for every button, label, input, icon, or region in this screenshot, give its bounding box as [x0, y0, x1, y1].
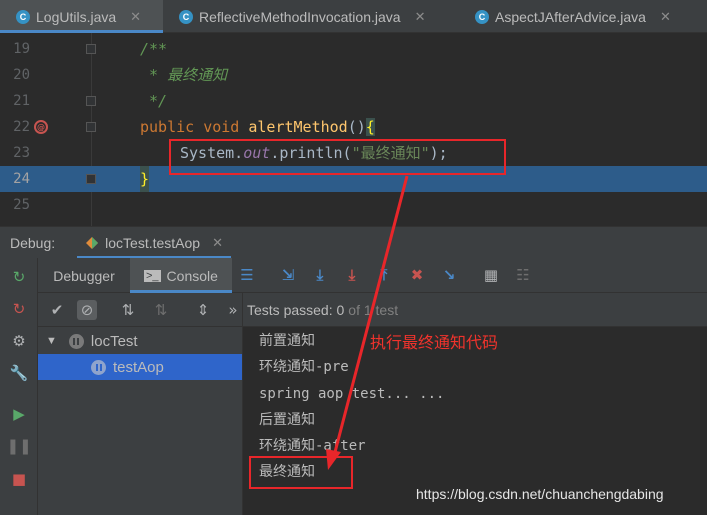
- line-number: 23: [13, 145, 30, 161]
- step-out-icon[interactable]: ⤒: [375, 266, 393, 284]
- close-icon[interactable]: ✕: [415, 9, 426, 25]
- tab-console[interactable]: >_ Console: [130, 258, 232, 293]
- more-actions-icon[interactable]: »: [223, 300, 243, 320]
- code-text: /**: [140, 40, 168, 58]
- fold-marker-icon[interactable]: [86, 96, 96, 106]
- console-line: spring aop test... ...: [259, 386, 445, 402]
- expand-all-icon[interactable]: ⇕: [193, 300, 213, 320]
- tab-reflective-method-invocation[interactable]: C ReflectiveMethodInvocation.java ✕: [163, 0, 459, 33]
- tab-debugger[interactable]: Debugger: [38, 258, 130, 293]
- tree-item-loctest[interactable]: ▼ locTest: [38, 328, 242, 354]
- evaluate-expression-icon[interactable]: ▦: [482, 266, 500, 284]
- settings-gear-icon[interactable]: ⚙: [9, 331, 29, 351]
- show-execution-point-icon[interactable]: ⇲: [279, 266, 297, 284]
- brace: {: [365, 118, 375, 136]
- close-icon[interactable]: ✕: [212, 235, 223, 251]
- test-paused-icon: [68, 333, 84, 349]
- run-to-cursor-icon[interactable]: ↘: [440, 266, 458, 284]
- line-number: 20: [13, 67, 30, 83]
- tree-item-label: locTest: [90, 332, 138, 350]
- tab-aspectj-after-advice[interactable]: C AspectJAfterAdvice.java ✕: [459, 0, 707, 33]
- tab-label: LogUtils.java: [36, 8, 117, 25]
- code-line: 22 @ public void alertMethod(){: [0, 114, 707, 140]
- code-text: public void alertMethod(){: [140, 114, 375, 140]
- console-line: 后置通知: [259, 412, 315, 428]
- step-over-icon[interactable]: ⤓: [311, 266, 329, 284]
- code-line: 21 */: [0, 88, 707, 114]
- tab-logutils[interactable]: C LogUtils.java ✕: [0, 0, 163, 33]
- chevron-down-icon[interactable]: ▼: [46, 335, 57, 347]
- class-icon: C: [475, 9, 489, 24]
- resume-icon[interactable]: ▶: [9, 404, 29, 424]
- code-text: * 最终通知: [140, 66, 228, 84]
- show-ignored-icon[interactable]: ⊘: [77, 300, 97, 320]
- wrench-icon[interactable]: 🔧: [9, 363, 29, 383]
- console-line: 前置通知: [259, 333, 315, 349]
- editor-tab-bar: C LogUtils.java ✕ C ReflectiveMethodInvo…: [0, 0, 707, 33]
- debug-left-toolbar: ↻ ↻ ⚙ 🔧 ▶ ❚❚ ■: [0, 258, 38, 515]
- close-icon[interactable]: ✕: [660, 9, 671, 25]
- tree-item-testaop[interactable]: testAop: [38, 354, 242, 380]
- test-status-bar: Tests passed: 0 of 1 test: [243, 293, 707, 327]
- tests-passed-text: Tests passed: 0: [247, 301, 345, 318]
- test-paused-icon: [91, 359, 106, 375]
- tab-debug-session[interactable]: locTest.testAop ✕: [77, 227, 231, 259]
- stop-icon[interactable]: ■: [9, 469, 29, 489]
- step-into-icon[interactable]: ⤓: [343, 266, 361, 284]
- fold-marker-icon[interactable]: [86, 174, 96, 184]
- keyword: public: [140, 118, 195, 136]
- rerun-failed-icon[interactable]: ↻: [9, 299, 29, 319]
- tab-label: Console: [166, 267, 218, 284]
- class-icon: C: [16, 9, 30, 24]
- pause-icon[interactable]: ❚❚: [6, 436, 31, 456]
- code-highlight-box: [169, 139, 506, 175]
- session-label: locTest.testAop: [105, 234, 201, 251]
- aspect-advice-icon[interactable]: @: [34, 120, 48, 134]
- code-line: 25: [0, 192, 707, 218]
- parens: (): [347, 118, 366, 136]
- sort-alphabetically-icon[interactable]: ⇅: [118, 300, 138, 320]
- line-number: 21: [13, 93, 30, 109]
- tab-label: AspectJAfterAdvice.java: [495, 8, 646, 25]
- annotation-label: 执行最终通知代码: [370, 333, 499, 352]
- watermark-url: https://blog.csdn.net/chuanchengdabing: [416, 486, 664, 502]
- code-text: }: [140, 166, 150, 192]
- debug-label: Debug:: [10, 234, 56, 251]
- test-run-icon: [85, 236, 99, 250]
- test-tree: ▼ locTest testAop: [38, 327, 243, 515]
- trace-current-stream-icon[interactable]: ☷: [514, 266, 532, 284]
- test-tree-toolbar: ✔ ⊘ ⇅ ⇅ ⇕ »: [38, 293, 243, 327]
- console-icon: >_: [144, 269, 161, 282]
- tree-item-label: testAop: [113, 358, 164, 376]
- fold-marker-icon[interactable]: [86, 44, 96, 54]
- debug-tool-window-header: Debug: locTest.testAop ✕: [0, 226, 707, 259]
- code-line: 19 /**: [0, 36, 707, 62]
- method-name: alertMethod: [248, 118, 348, 136]
- output-highlight-box: [249, 456, 353, 489]
- menu-icon[interactable]: ☰: [238, 266, 256, 284]
- show-passed-check-icon[interactable]: ✔: [47, 300, 67, 320]
- line-number: 19: [13, 41, 30, 57]
- tests-total-text: of 1 test: [348, 301, 399, 318]
- console-line: 环绕通知-after: [259, 438, 366, 454]
- sort-by-duration-icon[interactable]: ⇅: [151, 300, 171, 320]
- line-number: 22: [13, 119, 30, 135]
- drop-frame-icon[interactable]: ✖: [408, 266, 426, 284]
- tab-label: Debugger: [53, 267, 115, 284]
- code-text: */: [140, 92, 168, 110]
- code-editor[interactable]: 19 /** 20 * 最终通知 21 */ 22 @ public void …: [0, 33, 707, 226]
- class-icon: C: [179, 9, 193, 24]
- console-line: 环绕通知-pre: [259, 359, 349, 375]
- tab-label: ReflectiveMethodInvocation.java: [199, 8, 401, 25]
- rerun-icon[interactable]: ↻: [9, 267, 29, 287]
- code-line: 20 * 最终通知: [0, 62, 707, 88]
- fold-marker-icon[interactable]: [86, 122, 96, 132]
- close-icon[interactable]: ✕: [130, 9, 141, 25]
- line-number: 24: [13, 171, 30, 187]
- line-number: 25: [13, 197, 30, 213]
- keyword: void: [203, 118, 240, 136]
- debug-sub-toolbar: Debugger >_ Console ☰ ⇲ ⤓ ⤓ ⤒ ✖ ↘ ▦ ☷: [38, 258, 707, 293]
